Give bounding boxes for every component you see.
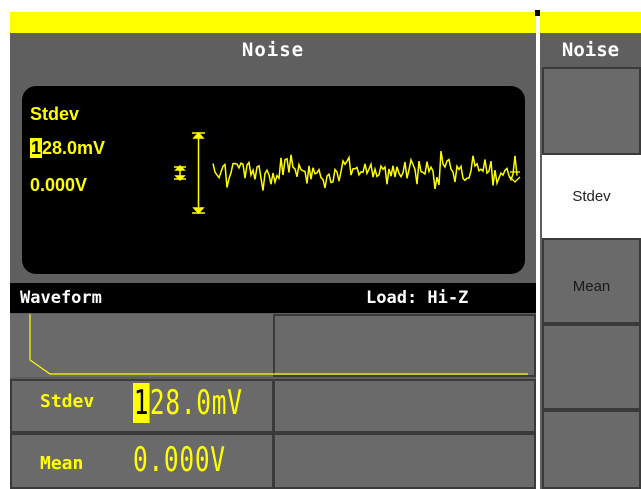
softkey-1[interactable]: [542, 67, 641, 155]
display-stdev-value: 128.0mV: [30, 138, 105, 159]
softkey-stdev[interactable]: Stdev: [542, 155, 641, 238]
waveform-label: Waveform: [20, 288, 102, 308]
menu-title: Noise: [561, 39, 620, 61]
empty-param-cell: [273, 379, 536, 433]
page-title: Noise: [241, 39, 305, 61]
amplitude-marker-icon: [192, 131, 205, 215]
edit-cursor: 1: [133, 383, 150, 423]
top-status-bar: [10, 12, 536, 33]
mean-param-value[interactable]: 0.000V: [133, 440, 226, 480]
noise-waveform-plot: [174, 131, 521, 215]
offset-marker-icon: [174, 164, 186, 182]
edit-cursor: 1: [30, 138, 43, 158]
mean-param-label: Mean: [40, 453, 84, 474]
load-label: Load: Hi-Z: [366, 288, 469, 308]
stdev-param-value[interactable]: 128.0mV: [133, 383, 243, 423]
softkey-mean[interactable]: Mean: [542, 238, 641, 324]
empty-param-cell: [273, 433, 536, 489]
stdev-param-rest: 28.0mV: [149, 383, 243, 423]
noise-trace: [212, 150, 518, 191]
waveform-cell-outline: [29, 314, 528, 375]
display-stdev-label: Stdev: [30, 104, 80, 124]
display-mean-value: 0.000V: [30, 175, 88, 195]
softkey-5[interactable]: [542, 410, 641, 489]
stdev-param-label: Stdev: [40, 391, 95, 412]
top-status-bar-right: [540, 12, 641, 33]
softkey-4[interactable]: [542, 324, 641, 410]
display-stdev-rest: 28.0mV: [42, 138, 106, 158]
